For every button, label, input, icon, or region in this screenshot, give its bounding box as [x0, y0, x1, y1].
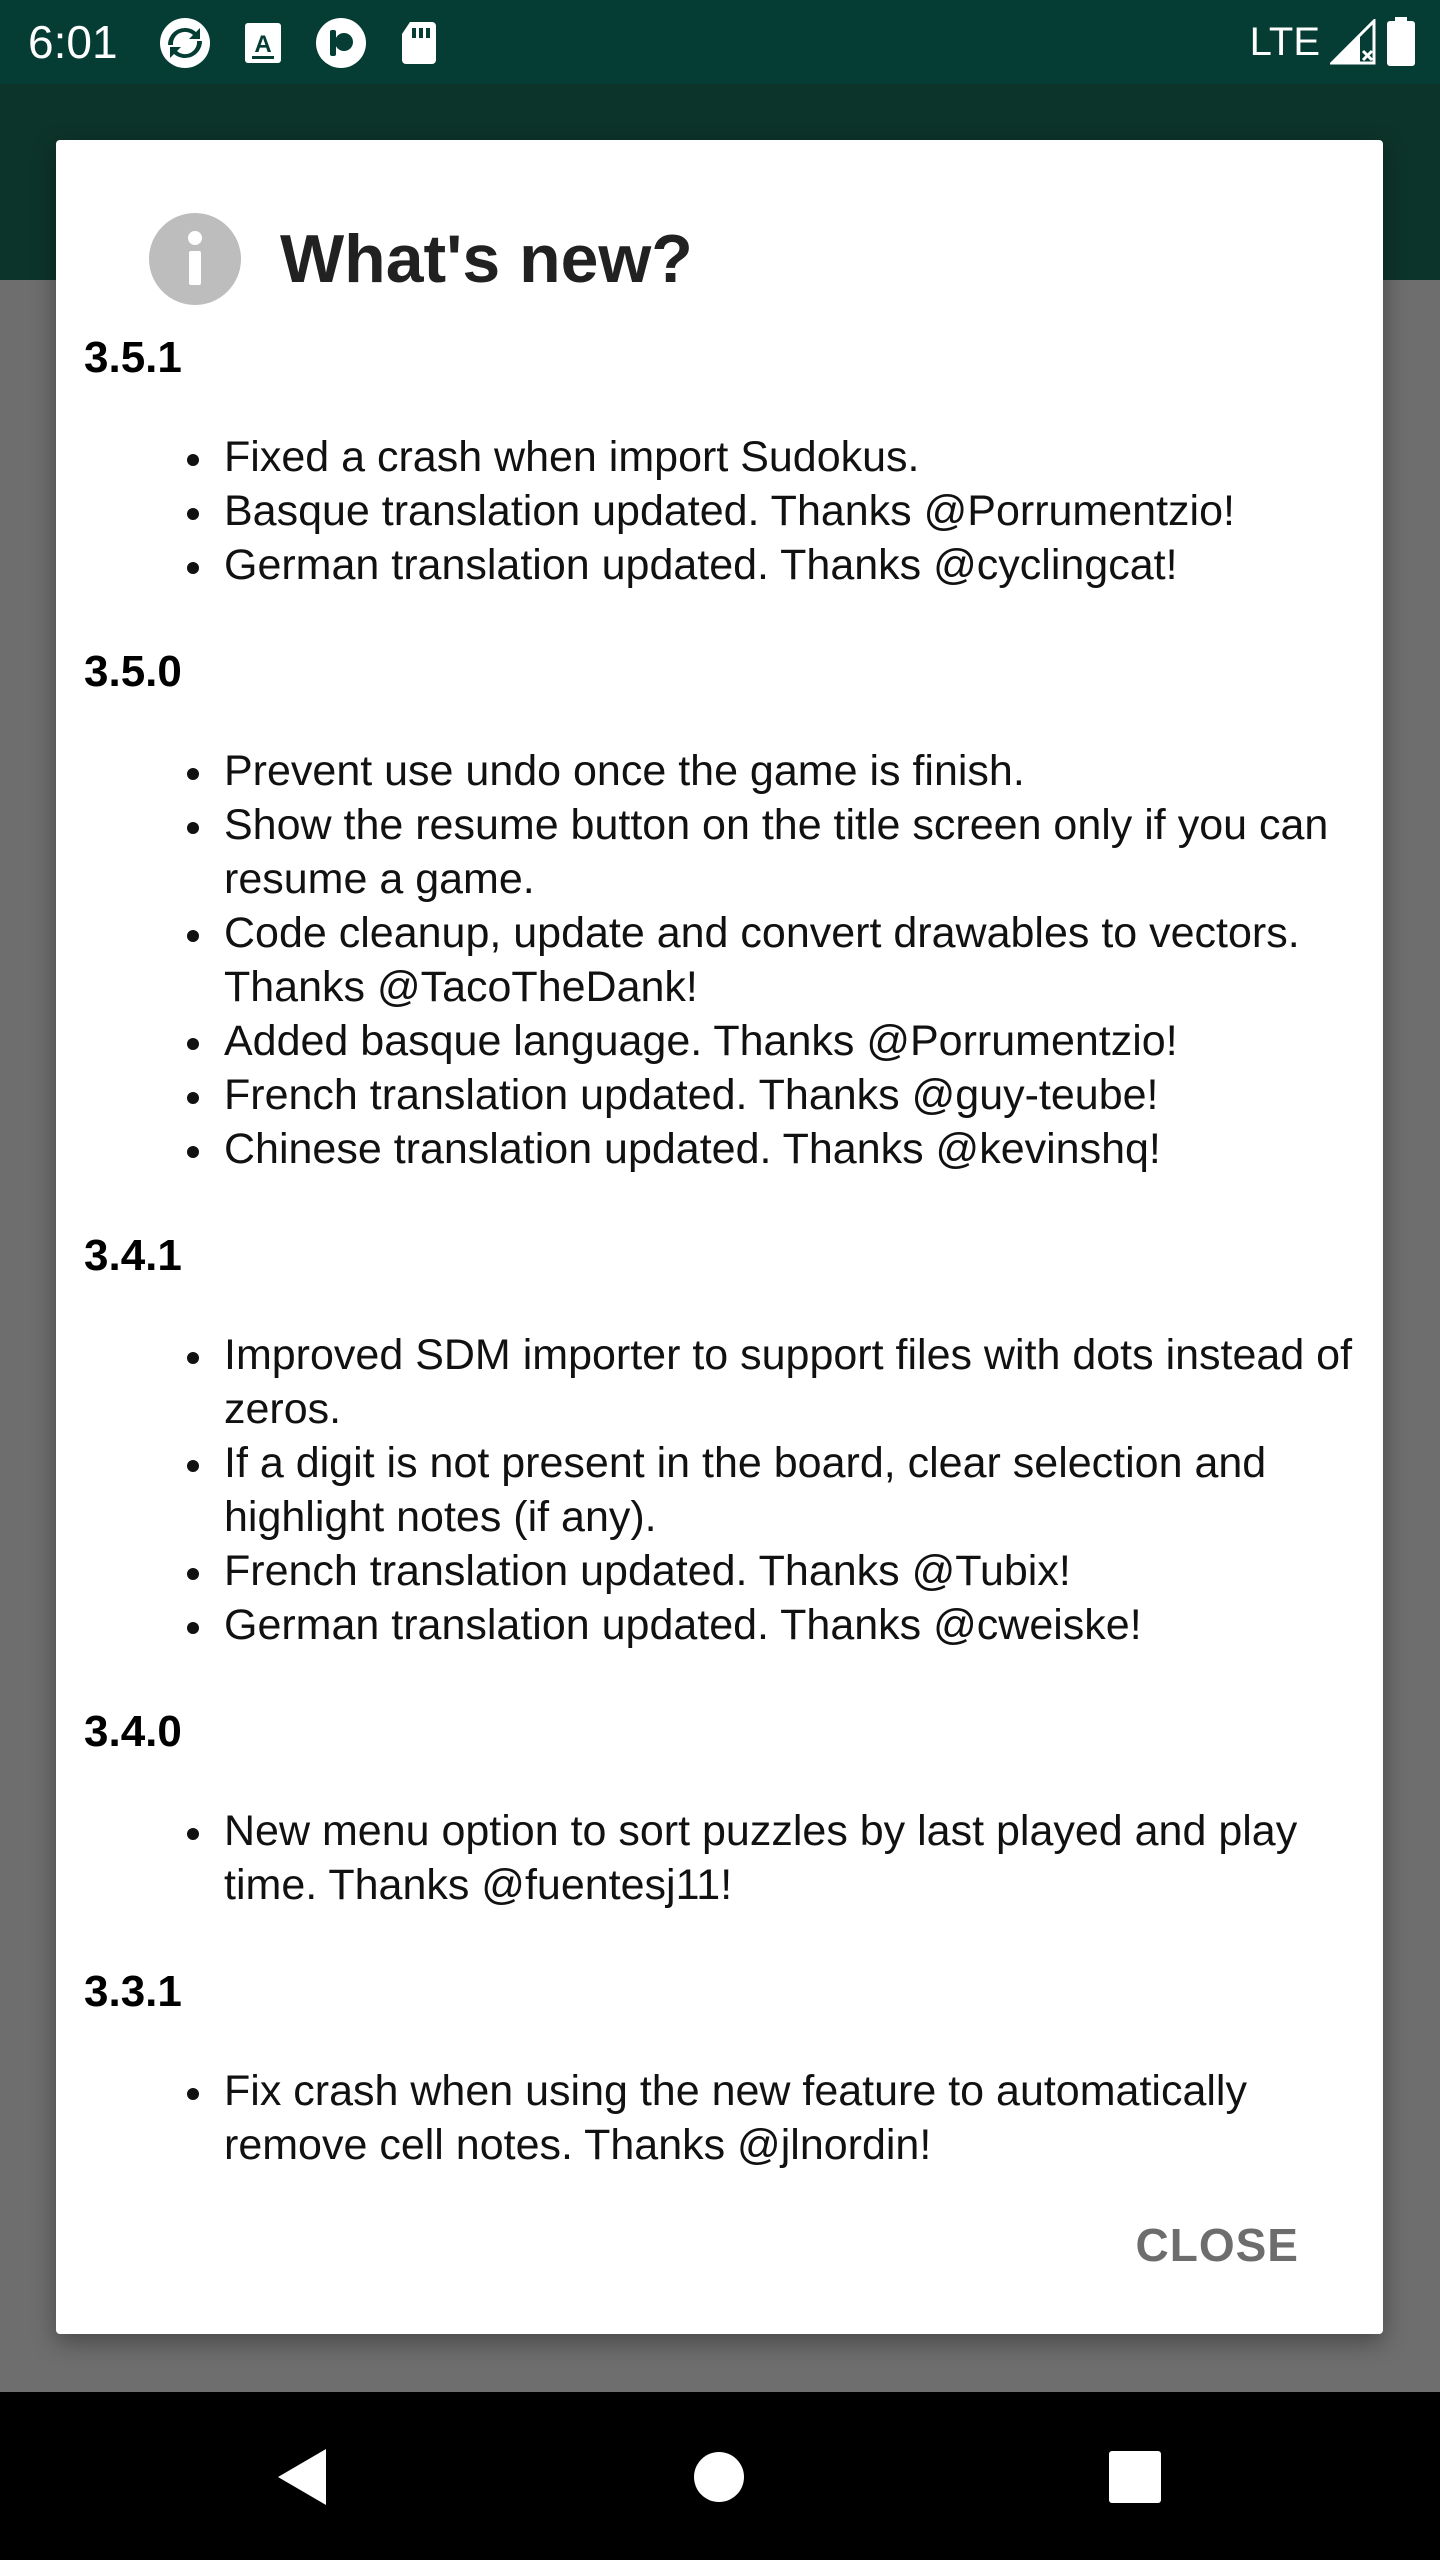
font-icon: A [245, 23, 281, 63]
change-item: Basque translation updated. Thanks @Porr… [84, 484, 1374, 538]
change-text: New menu option to sort puzzles by last … [224, 1807, 1298, 1909]
status-right: LTE [1250, 14, 1416, 70]
bullet-icon [187, 822, 199, 834]
version-heading: 3.3.1 [84, 1967, 182, 2016]
changelog: 3.5.1 Fixed a crash when import Sudokus. B… [84, 330, 1374, 2224]
change-text: Fixed a crash when import Sudokus. [224, 433, 920, 481]
battery-icon [1387, 17, 1415, 66]
change-item: Chinese translation updated. Thanks @kev… [84, 1122, 1374, 1176]
bullet-icon [187, 1092, 199, 1104]
change-item: Show the resume button on the title scre… [84, 798, 1374, 906]
change-item: French translation updated. Thanks @Tubi… [84, 1544, 1374, 1598]
bullet-icon [187, 1828, 199, 1840]
network-type: LTE [1249, 20, 1320, 64]
change-text: Improved SDM importer to support files w… [224, 1331, 1353, 1433]
change-text: If a digit is not present in the board, … [224, 1439, 1267, 1541]
dialog-title: What's new? [280, 221, 693, 297]
back-icon[interactable] [268, 2442, 338, 2512]
recents-icon[interactable] [1100, 2442, 1170, 2512]
change-text: Prevent use undo once the game is finish… [224, 747, 1025, 795]
bullet-icon [187, 2088, 199, 2100]
change-item: German translation updated. Thanks @cwei… [84, 1598, 1374, 1652]
version-heading: 3.5.1 [84, 333, 182, 382]
change-text: French translation updated. Thanks @Tubi… [224, 1547, 1071, 1595]
change-list: Fixed a crash when import Sudokus. Basque… [84, 430, 1374, 592]
navigation-bar [0, 2392, 1440, 2560]
bullet-icon [187, 1352, 199, 1364]
bullet-icon [187, 1038, 199, 1050]
app-circle-icon [316, 18, 366, 68]
bullet-icon [187, 1460, 199, 1472]
sd-card-icon [402, 22, 436, 64]
change-item: Fix crash when using the new feature to … [84, 2064, 1374, 2172]
bullet-icon [187, 454, 199, 466]
change-text: Show the resume button on the title scre… [224, 801, 1329, 903]
change-item: German translation updated. Thanks @cycl… [84, 538, 1374, 592]
change-item: If a digit is not present in the board, … [84, 1436, 1374, 1544]
change-text: Added basque language. Thanks @Porrument… [224, 1017, 1178, 1065]
change-text: Fix crash when using the new feature to … [224, 2067, 1247, 2169]
status-time: 6:01 [28, 16, 118, 68]
bullet-icon [187, 1146, 199, 1158]
change-text: Chinese translation updated. Thanks @kev… [224, 1125, 1161, 1173]
bullet-icon [187, 508, 199, 520]
bullet-icon [187, 1568, 199, 1580]
status-bar: 6:01 A LTE [0, 0, 1440, 84]
change-item: Prevent use undo once the game is finish… [84, 744, 1374, 798]
change-list: Improved SDM importer to support files w… [84, 1328, 1374, 1652]
change-text: German translation updated. Thanks @cwei… [224, 1601, 1142, 1649]
change-item: New menu option to sort puzzles by last … [84, 1804, 1374, 1912]
sync-icon [160, 18, 210, 68]
change-list: Prevent use undo once the game is finish… [84, 744, 1374, 1176]
change-text: French translation updated. Thanks @guy-… [224, 1071, 1159, 1119]
info-icon [149, 213, 241, 305]
change-item: Improved SDM importer to support files w… [84, 1328, 1374, 1436]
dialog-header: What's new? [148, 212, 693, 306]
version-heading: 3.5.0 [84, 647, 182, 696]
change-text: Basque translation updated. Thanks @Porr… [224, 487, 1235, 535]
version-heading: 3.4.1 [84, 1231, 182, 1280]
version-heading: 3.4.0 [84, 1707, 182, 1756]
bullet-icon [187, 930, 199, 942]
svg-text:A: A [254, 31, 271, 58]
home-icon[interactable] [684, 2442, 754, 2512]
changelog-scroll[interactable]: 3.5.1 Fixed a crash when import Sudokus. B… [84, 330, 1374, 2280]
change-item: Added basque language. Thanks @Porrument… [84, 1014, 1374, 1068]
bullet-icon [187, 562, 199, 574]
change-list: New menu option to sort puzzles by last … [84, 1804, 1374, 1912]
change-text: German translation updated. Thanks @cycl… [224, 541, 1178, 589]
close-button[interactable]: CLOSE [1136, 2218, 1299, 2272]
whats-new-dialog: What's new? 3.5.1 Fixed a crash when impo… [56, 140, 1383, 2334]
bullet-icon [187, 1622, 199, 1634]
notification-icons: A [158, 16, 446, 70]
change-list: Fix crash when using the new feature to … [84, 2064, 1374, 2172]
change-item: Fixed a crash when import Sudokus. [84, 430, 1374, 484]
change-text: Code cleanup, update and convert drawabl… [224, 909, 1300, 1011]
change-item: French translation updated. Thanks @guy-… [84, 1068, 1374, 1122]
change-item: Code cleanup, update and convert drawabl… [84, 906, 1374, 1014]
signal-icon [1330, 19, 1376, 65]
bullet-icon [187, 768, 199, 780]
